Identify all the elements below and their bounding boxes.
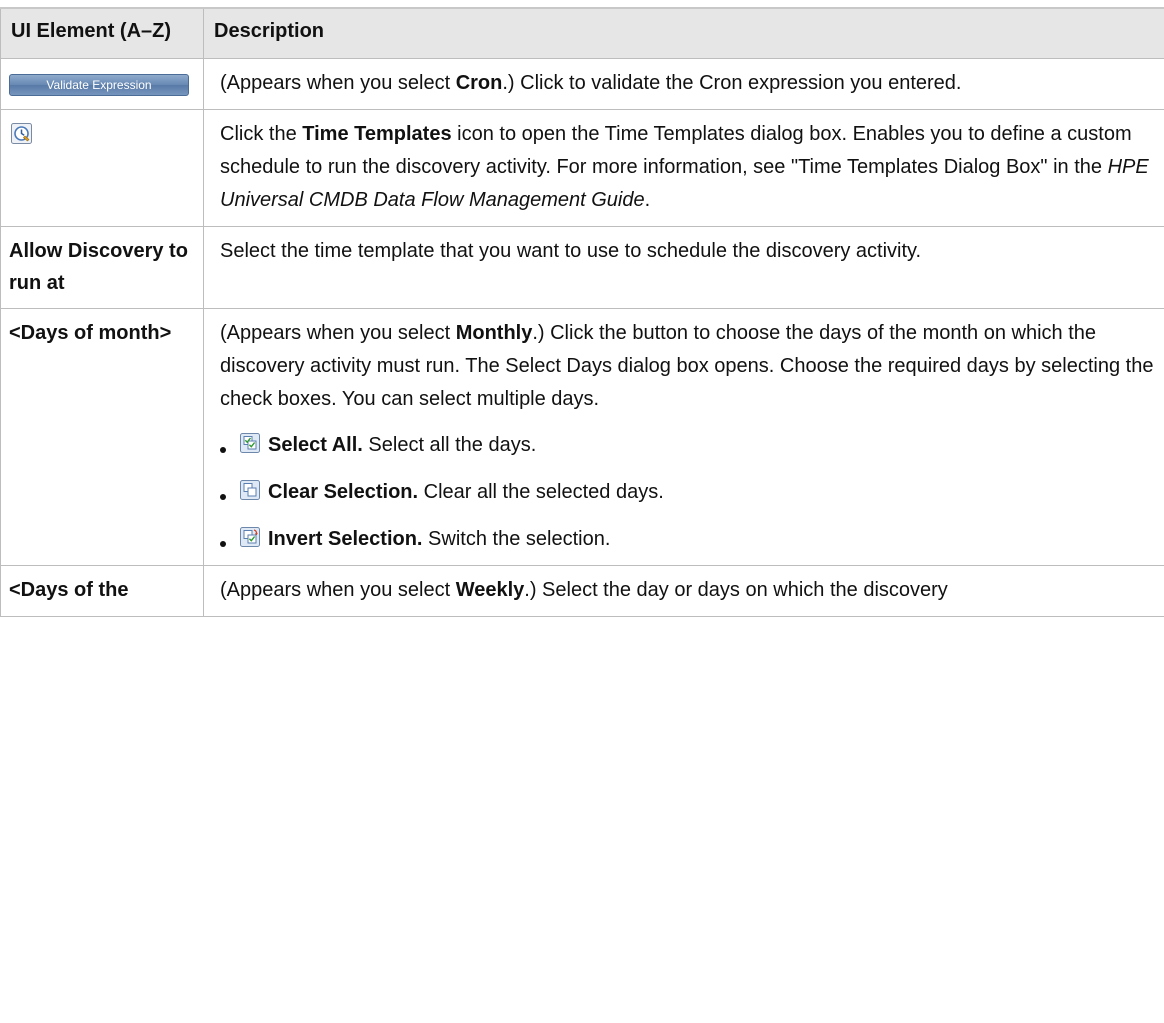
header-description-text: Description [214, 20, 325, 42]
ui-element-label: Allow Discovery to run at [9, 240, 188, 294]
description-text: (Appears when you select Cron.) Click to… [220, 72, 962, 94]
description-text: Click the Time Templates icon to open th… [220, 123, 1149, 211]
list-item: Invert Selection. Switch the selection. [220, 523, 1154, 556]
table-header-row: UI Element (A–Z) Description [0, 7, 1164, 59]
header-ui-element: UI Element (A–Z) [0, 7, 204, 59]
table-row: Validate Expression (Appears when you se… [0, 58, 1164, 110]
header-description: Description [203, 7, 1164, 59]
select-all-icon [240, 431, 260, 453]
list-item: Select All. Select all the days. [220, 429, 1154, 462]
description-cell: Select the time template that you want t… [203, 226, 1164, 309]
ui-element-cell: Allow Discovery to run at [0, 226, 204, 309]
table-row: <Days of month> (Appears when you select… [0, 308, 1164, 566]
bullet-dot [220, 447, 226, 453]
bullet-dot [220, 541, 226, 547]
time-templates-icon[interactable] [11, 122, 32, 144]
table-row: <Days of the (Appears when you select We… [0, 565, 1164, 617]
invert-selection-icon [240, 525, 260, 547]
description-cell: (Appears when you select Weekly.) Select… [203, 565, 1164, 617]
table-row: Click the Time Templates icon to open th… [0, 109, 1164, 227]
selection-options-list: Select All. Select all the days. Clear S… [220, 429, 1154, 556]
clear-selection-icon [240, 478, 260, 500]
ui-element-cell: <Days of month> [0, 308, 204, 566]
ui-element-cell: <Days of the [0, 565, 204, 617]
ui-element-label: <Days of month> [9, 322, 172, 344]
ui-element-table: UI Element (A–Z) Description Validate Ex… [0, 7, 1164, 617]
bullet-dot [220, 494, 226, 500]
table-row: Allow Discovery to run at Select the tim… [0, 226, 1164, 309]
description-cell: (Appears when you select Monthly.) Click… [203, 308, 1164, 566]
description-cell: Click the Time Templates icon to open th… [203, 109, 1164, 227]
description-text: Select the time template that you want t… [220, 240, 922, 262]
ui-element-label: <Days of the [9, 579, 129, 601]
validate-expression-button[interactable]: Validate Expression [9, 74, 189, 96]
description-cell: (Appears when you select Cron.) Click to… [203, 58, 1164, 110]
list-item: Clear Selection. Clear all the selected … [220, 476, 1154, 509]
ui-element-cell: Validate Expression [0, 58, 204, 110]
description-text: (Appears when you select Monthly.) Click… [220, 322, 1154, 410]
ui-element-cell [0, 109, 204, 227]
header-ui-element-text: UI Element (A–Z) [11, 20, 172, 42]
description-text: (Appears when you select Weekly.) Select… [220, 579, 948, 601]
